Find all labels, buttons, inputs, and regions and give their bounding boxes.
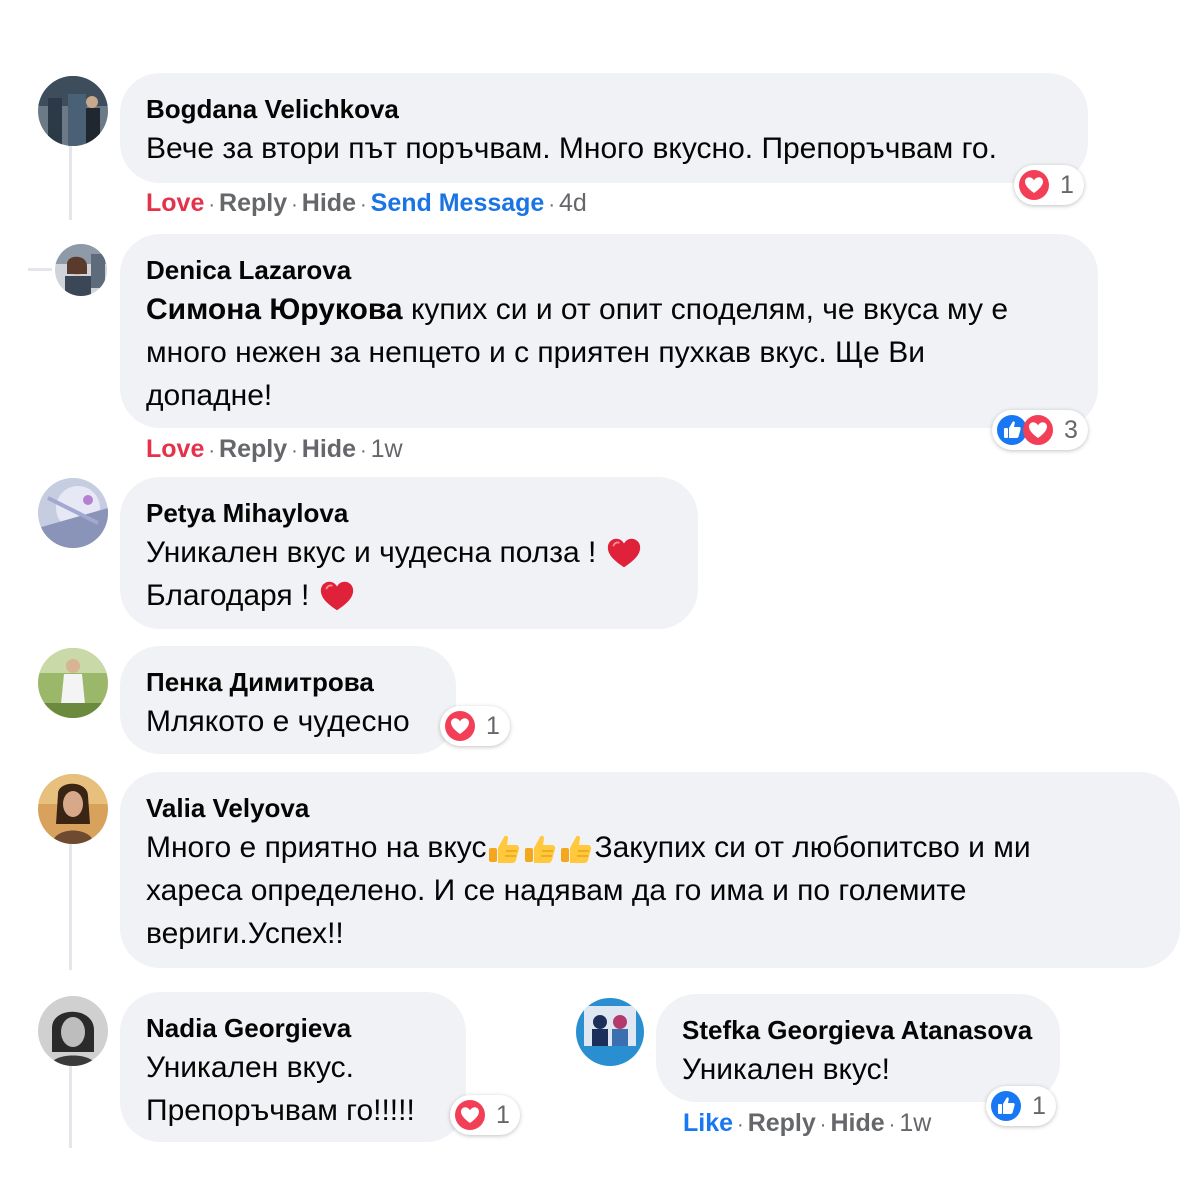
like-icon — [991, 1091, 1021, 1121]
separator: · — [291, 440, 298, 462]
reaction-count: 1 — [1032, 1091, 1046, 1120]
comment-bubble: Denica Lazarova Симона Юрукова купих си … — [120, 234, 1098, 428]
thread-line — [69, 1064, 72, 1148]
comment-actions: Love · Reply · Hide · Send Message · 4d — [146, 186, 587, 222]
reply-button[interactable]: Reply — [219, 435, 287, 463]
reaction-summary[interactable]: 1 — [450, 1095, 520, 1135]
comment-author[interactable]: Valia Velyova — [146, 790, 1154, 826]
avatar[interactable] — [38, 774, 108, 844]
thread-line — [69, 840, 72, 970]
avatar[interactable] — [38, 76, 108, 146]
comment-text: Млякото е чудесно — [146, 705, 410, 738]
comment-timestamp[interactable]: 1w — [899, 1109, 931, 1137]
heart-icon — [445, 711, 475, 741]
separator: · — [819, 1114, 827, 1136]
comment-text: Много е приятно на вкус — [146, 831, 487, 864]
separator: · — [208, 194, 216, 216]
thread-connector — [28, 268, 52, 271]
separator: · — [737, 1114, 744, 1136]
reply-button[interactable]: Reply — [748, 1109, 816, 1137]
hide-button[interactable]: Hide — [830, 1109, 884, 1137]
separator: · — [548, 194, 556, 216]
red-heart-emoji — [606, 537, 641, 569]
comment-text: Симона Юрукова купих си и от опит сподел… — [146, 288, 1072, 331]
comment-text-line: Много е приятно на вкус Закупих си от люб… — [146, 826, 1154, 869]
comment-text-line: допадне! — [146, 379, 273, 412]
red-heart-emoji — [319, 580, 354, 612]
love-button[interactable]: Love — [146, 189, 204, 217]
comment-author[interactable]: Denica Lazarova — [146, 252, 1072, 288]
thumbs-up-emoji — [560, 835, 593, 864]
comment-text: Закупих си от любопитсво и ми — [594, 831, 1031, 864]
heart-icon — [1023, 415, 1053, 445]
comment-bubble: Stefka Georgieva Atanasova Уникален вкус… — [656, 994, 1060, 1102]
comment-text-line: купих си и от опит споделям, че вкуса му… — [402, 293, 1009, 326]
avatar[interactable] — [38, 648, 108, 718]
avatar[interactable] — [576, 998, 644, 1066]
comment-timestamp[interactable]: 4d — [559, 189, 587, 217]
comment-text-line: вериги.Успех!! — [146, 917, 344, 950]
comment-text-line: много нежен за непцето и с приятен пухка… — [146, 336, 925, 369]
comment-timestamp[interactable]: 1w — [371, 435, 403, 463]
comment-author[interactable]: Пенка Димитрова — [146, 664, 430, 700]
comment-text-line: Уникален вкус и чудесна полза ! — [146, 531, 672, 574]
reply-button[interactable]: Reply — [219, 189, 287, 217]
comment-text-line: Препоръчвам го!!!!! — [146, 1094, 415, 1127]
reaction-summary[interactable]: 3 — [992, 410, 1088, 450]
comment-text: Благодаря ! — [146, 579, 318, 612]
reaction-summary[interactable]: 1 — [1014, 165, 1084, 205]
separator: · — [291, 194, 298, 216]
thumbs-up-emoji — [524, 835, 557, 864]
love-button[interactable]: Love — [146, 435, 204, 463]
comment-text: Уникален вкус и чудесна полза ! — [146, 536, 605, 569]
comment-bubble: Nadia Georgieva Уникален вкус. Препоръчв… — [120, 992, 466, 1142]
reaction-summary[interactable]: 1 — [440, 706, 510, 746]
comment-author[interactable]: Petya Mihaylova — [146, 495, 672, 531]
avatar[interactable] — [38, 478, 108, 548]
comment-bubble: Пенка Димитрова Млякото е чудесно — [120, 646, 456, 754]
comment-text: Уникален вкус! — [682, 1053, 890, 1086]
comment-actions: Like · Reply · Hide · 1w — [683, 1106, 931, 1142]
mention-link[interactable]: Симона Юрукова — [146, 293, 403, 326]
thread-line — [69, 140, 72, 220]
heart-icon — [1019, 170, 1049, 200]
separator: · — [208, 440, 216, 462]
hide-button[interactable]: Hide — [302, 189, 356, 217]
reaction-count: 1 — [496, 1100, 510, 1129]
heart-icon — [455, 1100, 485, 1130]
thumbs-up-emoji — [488, 835, 521, 864]
separator: · — [888, 1114, 896, 1136]
avatar[interactable] — [55, 244, 107, 296]
separator: · — [359, 194, 367, 216]
avatar[interactable] — [38, 996, 108, 1066]
comment-text-line: Уникален вкус. — [146, 1051, 354, 1084]
comment-text: Вече за втори път поръчвам. Много вкусно… — [146, 132, 997, 165]
comment-actions: Love · Reply · Hide · 1w — [146, 432, 403, 468]
send-message-button[interactable]: Send Message — [371, 189, 545, 217]
reaction-summary[interactable]: 1 — [986, 1086, 1056, 1126]
comment-author[interactable]: Stefka Georgieva Atanasova — [682, 1012, 1034, 1048]
comment-text-line: Благодаря ! — [146, 574, 672, 617]
reaction-count: 3 — [1064, 415, 1078, 444]
like-button[interactable]: Like — [683, 1109, 733, 1137]
comment-bubble: Petya Mihaylova Уникален вкус и чудесна … — [120, 477, 698, 629]
reaction-count: 1 — [486, 711, 500, 740]
comment-bubble: Valia Velyova Много е приятно на вкус Зак… — [120, 772, 1180, 968]
comment-author[interactable]: Bogdana Velichkova — [146, 91, 1062, 127]
comment-text-line: хареса определено. И се надявам да го им… — [146, 874, 967, 907]
comment-bubble: Bogdana Velichkova Вече за втори път пор… — [120, 73, 1088, 183]
hide-button[interactable]: Hide — [302, 435, 356, 463]
separator: · — [359, 440, 367, 462]
comment-author[interactable]: Nadia Georgieva — [146, 1010, 440, 1046]
reaction-count: 1 — [1060, 170, 1074, 199]
